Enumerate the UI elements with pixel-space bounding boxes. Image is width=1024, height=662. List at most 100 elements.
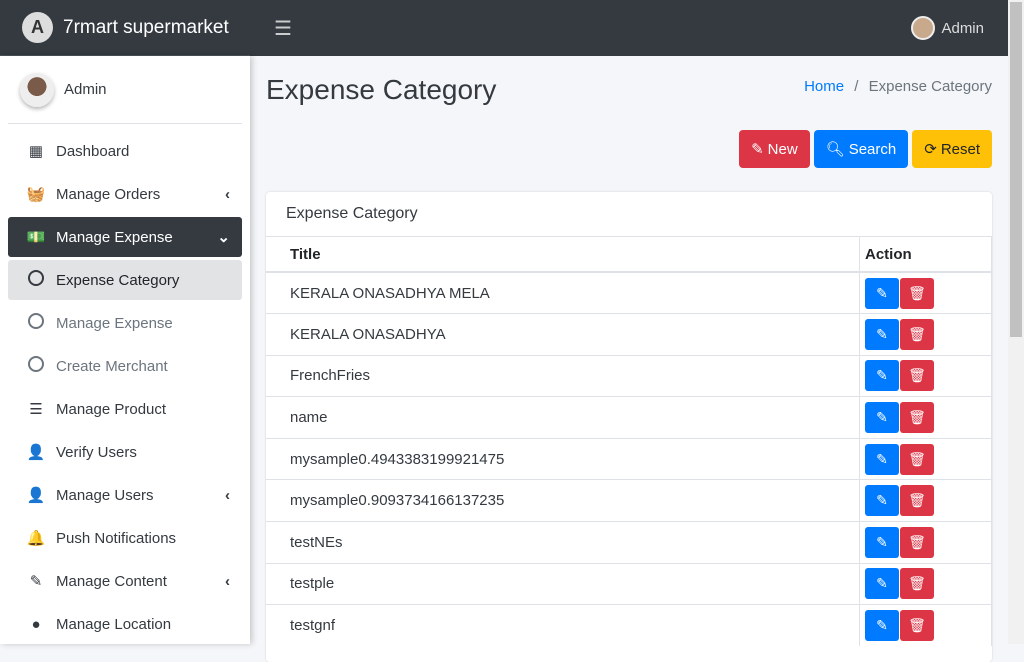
- row-title: mysample0.9093734166137235: [266, 479, 860, 522]
- row-title: testNEs: [266, 521, 860, 564]
- row-title: FrenchFries: [266, 354, 860, 397]
- delete-button[interactable]: 🗑︎: [900, 318, 934, 350]
- edit-button[interactable]: ✎: [865, 568, 899, 600]
- trash-icon: 🗑︎: [908, 409, 926, 426]
- chevron-left-icon: ‹: [225, 185, 230, 203]
- delete-button[interactable]: 🗑︎: [900, 526, 934, 558]
- sidebar-item-verify-users[interactable]: 👤 Verify Users: [8, 432, 242, 472]
- avatar: [20, 72, 54, 107]
- edit-button[interactable]: ✎: [865, 610, 899, 642]
- edit-button[interactable]: ✎: [865, 526, 899, 558]
- edit-icon: ✎: [876, 325, 888, 342]
- row-title: name: [266, 396, 860, 439]
- edit-icon: ✎: [876, 492, 888, 509]
- edit-button[interactable]: ✎: [865, 277, 899, 309]
- sidebar-item-manage-location[interactable]: ● Manage Location: [8, 604, 242, 644]
- search-button[interactable]: 🔍︎ Search: [813, 130, 909, 168]
- edit-button[interactable]: ✎: [865, 443, 899, 475]
- row-actions: ✎ 🗑︎: [859, 313, 992, 356]
- user-icon: 👤: [26, 487, 46, 504]
- reset-button[interactable]: ⟳ Reset: [912, 130, 992, 168]
- brand[interactable]: A 7rmart supermarket: [0, 0, 250, 56]
- sidebar-item-manage-expense[interactable]: 💵 Manage Expense ⌄: [8, 217, 242, 257]
- sidebar-item-create-merchant[interactable]: Create Merchant: [8, 346, 242, 386]
- sidebar-item-manage-orders[interactable]: 🧺 Manage Orders ‹: [8, 174, 242, 214]
- delete-button[interactable]: 🗑︎: [900, 568, 934, 600]
- table-row: name ✎ 🗑︎: [266, 396, 992, 439]
- edit-icon: ✎: [876, 409, 888, 426]
- delete-button[interactable]: 🗑︎: [900, 485, 934, 517]
- breadcrumb-home[interactable]: Home: [804, 78, 844, 95]
- sidebar-item-manage-content[interactable]: ✎ Manage Content ‹: [8, 561, 242, 601]
- trash-icon: 🗑︎: [908, 617, 926, 634]
- circle-icon: [26, 313, 46, 333]
- edit-button[interactable]: ✎: [865, 360, 899, 392]
- table-row: KERALA ONASADHYA ✎ 🗑︎: [266, 313, 992, 356]
- sidebar-item-push-notifications[interactable]: 🔔 Push Notifications: [8, 518, 242, 558]
- row-title: mysample0.4943383199921475: [266, 437, 860, 480]
- trash-icon: 🗑︎: [908, 367, 926, 384]
- edit-button[interactable]: ✎: [865, 402, 899, 434]
- edit-icon: ✎: [29, 573, 43, 590]
- table-row: mysample0.4943383199921475 ✎ 🗑︎: [266, 437, 992, 480]
- breadcrumb-current: Expense Category: [868, 78, 992, 95]
- trash-icon: 🗑︎: [908, 284, 926, 301]
- delete-button[interactable]: 🗑︎: [900, 277, 934, 309]
- sidebar-item-label: Manage Expense: [56, 314, 173, 332]
- chevron-down-icon: ⌄: [217, 229, 230, 246]
- table-row: testgnf ✎ 🗑︎: [266, 604, 992, 647]
- sidebar-user-name: Admin: [64, 81, 107, 98]
- edit-icon: ✎: [876, 533, 888, 550]
- circle-icon: [26, 356, 46, 376]
- topbar: ☰ Admin: [250, 0, 1008, 56]
- delete-button[interactable]: 🗑︎: [900, 610, 934, 642]
- trash-icon: 🗑︎: [908, 492, 926, 509]
- sidebar-item-label: Dashboard: [56, 142, 130, 160]
- user-name: Admin: [941, 19, 984, 37]
- trash-icon: 🗑︎: [908, 325, 926, 342]
- delete-button[interactable]: 🗑︎: [900, 443, 934, 475]
- sidebar-item-manage-expense[interactable]: Manage Expense: [8, 303, 242, 343]
- brand-name: 7rmart supermarket: [63, 16, 229, 38]
- edit-icon: ✎: [876, 367, 888, 384]
- edit-icon: ✎: [876, 450, 888, 467]
- sidebar-item-label: Push Notifications: [56, 529, 177, 547]
- edit-button[interactable]: ✎: [865, 318, 899, 350]
- money-icon: 💵: [26, 229, 46, 246]
- dashboard-icon: ▦: [28, 143, 44, 160]
- sidebar-item-manage-product[interactable]: ☰ Manage Product: [8, 389, 242, 429]
- search-label: Search: [848, 140, 897, 158]
- scrollbar[interactable]: [1008, 0, 1024, 644]
- sidebar-user[interactable]: Admin: [8, 56, 242, 124]
- new-label: New: [767, 140, 798, 158]
- card-title: Expense Category: [266, 192, 992, 237]
- row-actions: ✎ 🗑︎: [859, 271, 992, 314]
- sidebar-item-label: Verify Users: [56, 443, 137, 461]
- row-actions: ✎ 🗑︎: [859, 354, 992, 397]
- user-menu[interactable]: Admin: [911, 16, 984, 40]
- trash-icon: 🗑︎: [908, 533, 926, 550]
- row-actions: ✎ 🗑︎: [859, 396, 992, 439]
- row-title: KERALA ONASADHYA MELA: [266, 271, 860, 314]
- chevron-left-icon: ‹: [225, 572, 230, 590]
- sidebar-item-manage-users[interactable]: 👤 Manage Users ‹: [8, 475, 242, 515]
- sidebar: Admin ▦ Dashboard 🧺 Manage Orders ‹ 💵 Manage E…: [0, 56, 250, 644]
- delete-button[interactable]: 🗑︎: [900, 360, 934, 392]
- edit-button[interactable]: ✎: [865, 485, 899, 517]
- hamburger-menu-icon[interactable]: ☰: [274, 16, 292, 41]
- basket-icon: 🧺: [26, 186, 46, 203]
- brand-logo-icon: A: [22, 12, 53, 43]
- delete-button[interactable]: 🗑︎: [900, 402, 934, 434]
- scrollbar-thumb[interactable]: [1010, 2, 1022, 337]
- expense-category-table: Title Action KERALA ONASADHYA MELA ✎ 🗑︎ KERA…: [266, 237, 992, 647]
- sidebar-item-dashboard[interactable]: ▦ Dashboard: [8, 131, 242, 171]
- sidebar-item-expense-category[interactable]: Expense Category: [8, 260, 242, 300]
- new-button[interactable]: ✎ New: [739, 130, 810, 168]
- table-row: testNEs ✎ 🗑︎: [266, 521, 992, 564]
- row-actions: ✎ 🗑︎: [859, 521, 992, 564]
- edit-icon: ✎: [876, 284, 888, 301]
- edit-icon: ✎: [751, 141, 764, 158]
- column-header-action: Action: [859, 237, 992, 273]
- user-check-icon: 👤: [26, 444, 46, 461]
- column-header-title: Title: [266, 237, 860, 273]
